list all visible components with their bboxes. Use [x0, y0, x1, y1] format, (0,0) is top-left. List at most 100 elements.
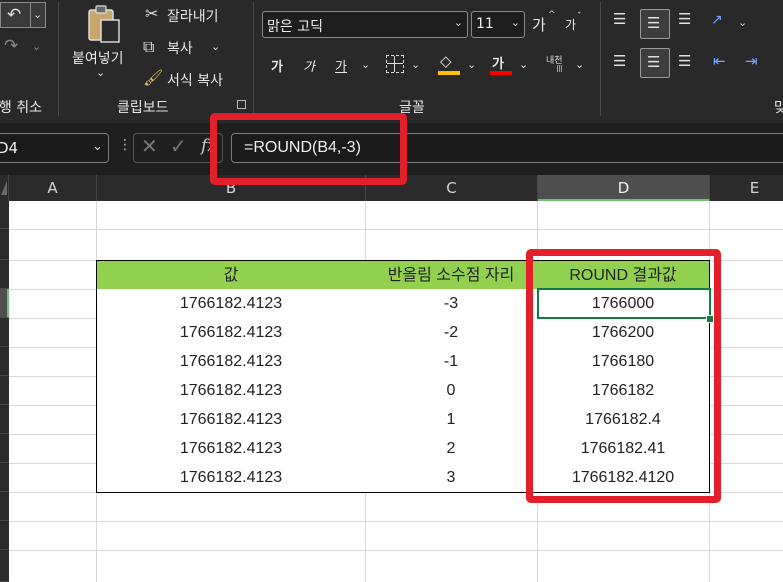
row-header[interactable] [0, 521, 9, 550]
format-painter-button[interactable]: 서식 복사 [167, 70, 223, 90]
cell-result[interactable]: 1766182.4120 [537, 463, 710, 493]
cancel-icon[interactable]: ✕ [141, 134, 158, 158]
align-left-icon[interactable]: ☰ [613, 52, 626, 70]
cell-result[interactable]: 1766182.41 [537, 434, 710, 464]
cell-value[interactable]: 1766182.4123 [96, 347, 366, 377]
cell-value[interactable]: 1766182.4123 [96, 318, 366, 348]
cell-value[interactable]: 1766182.4123 [96, 405, 366, 435]
dialog-launcher-icon[interactable] [237, 100, 246, 109]
paste-button[interactable]: 붙여넣기 ⌄ [70, 4, 132, 86]
enter-icon[interactable]: ✓ [170, 134, 187, 158]
cell-value[interactable]: 1766182.4123 [96, 289, 366, 319]
gridline [9, 521, 783, 522]
table-header-value[interactable]: 값 [96, 260, 366, 290]
row-header[interactable] [0, 347, 9, 376]
cell-digits[interactable]: 1 [365, 405, 538, 435]
cell-value[interactable]: 1766182.4123 [96, 463, 366, 493]
orientation-icon[interactable]: ↗ [711, 12, 723, 28]
cut-button[interactable]: 잘라내기 [167, 6, 219, 26]
format-painter-icon[interactable]: 🖌 [143, 68, 163, 87]
formula-row: D4 ⌄ ⋮ ✕ ✓ fx =ROUND(B4,-3) [0, 123, 783, 175]
row-header[interactable] [0, 229, 9, 260]
cell-value[interactable]: 1766182.4123 [96, 376, 366, 406]
underline-button[interactable]: 가 [335, 56, 347, 75]
cell-digits[interactable]: 0 [365, 376, 538, 406]
row-header[interactable] [0, 260, 9, 289]
row-header[interactable] [0, 550, 9, 582]
select-all-button[interactable] [0, 175, 9, 201]
row-header[interactable] [0, 318, 9, 347]
align-middle-button[interactable]: ☰ [640, 9, 670, 39]
phonetic-icon: Ⅲ [556, 64, 563, 75]
row-header[interactable] [0, 463, 9, 492]
chevron-down-icon[interactable]: ⌄ [467, 58, 476, 71]
row-header[interactable] [0, 405, 9, 434]
borders-icon[interactable] [386, 55, 404, 73]
row-header[interactable] [0, 289, 9, 318]
column-header-e[interactable]: E [710, 175, 783, 201]
chevron-down-icon: ⌄ [92, 139, 103, 154]
bold-button[interactable]: 가 [271, 56, 283, 75]
redo-icon[interactable]: ↷ [4, 36, 18, 56]
chevron-down-icon: ⌄ [453, 16, 463, 29]
chevron-down-icon[interactable]: ⌄ [211, 40, 220, 53]
cell-digits[interactable]: -3 [365, 289, 538, 319]
cell-digits[interactable]: -2 [365, 318, 538, 348]
more-options-icon[interactable]: ⋮ [118, 137, 132, 153]
chevron-down-icon[interactable]: ⌄ [519, 58, 528, 71]
italic-button[interactable]: 가 [303, 56, 315, 75]
align-bottom-icon[interactable]: ☰ [678, 10, 691, 28]
active-cell[interactable] [537, 288, 711, 319]
cell-digits[interactable]: -1 [365, 347, 538, 377]
undo-dropdown[interactable]: ⌄ [30, 2, 46, 28]
copy-button[interactable]: 복사 [167, 38, 193, 58]
increase-indent-icon[interactable]: ⇥ [745, 52, 758, 70]
column-header-c[interactable]: C [366, 175, 538, 201]
column-header-b[interactable]: B [97, 175, 366, 201]
font-name-select[interactable]: 맑은 고딕 ⌄ [262, 11, 468, 38]
row-header[interactable] [0, 201, 9, 229]
fill-handle[interactable] [706, 315, 714, 323]
column-header-d[interactable]: D [538, 175, 710, 201]
shrink-font-button[interactable]: 가 [565, 16, 576, 33]
cell-result[interactable]: 1766182.4 [537, 405, 710, 435]
paste-icon [88, 5, 120, 43]
font-name-value: 맑은 고딕 [267, 19, 323, 35]
grow-font-button[interactable]: 가 [532, 14, 546, 35]
chevron-down-icon[interactable]: ⌄ [32, 40, 41, 53]
font-size-select[interactable]: 11 ⌄ [471, 11, 525, 38]
cell-digits[interactable]: 3 [365, 463, 538, 493]
align-center-button[interactable]: ☰ [640, 48, 670, 78]
cell-digits[interactable]: 2 [365, 434, 538, 464]
cell-result[interactable]: 1766200 [537, 318, 710, 348]
table-header-result[interactable]: ROUND 결과값 [537, 260, 710, 290]
chevron-down-icon[interactable]: ⌄ [411, 58, 420, 71]
chevron-down-icon[interactable]: ⌄ [738, 16, 747, 29]
formula-input[interactable]: =ROUND(B4,-3) [231, 133, 783, 163]
undo-button[interactable]: ↶ [0, 2, 32, 28]
row-header[interactable] [0, 492, 9, 521]
worksheet-grid[interactable]: A B C D E 값 반올림 소수점 자리 ROUND 결과값 1766182… [0, 175, 783, 582]
name-box[interactable]: D4 ⌄ [0, 133, 109, 163]
group-separator [600, 2, 601, 116]
clipboard-group-label: 클립보드 [117, 100, 169, 116]
font-color-button[interactable]: 가 [492, 53, 504, 72]
cell-result[interactable]: 1766180 [537, 347, 710, 377]
insert-function-button[interactable]: fx [201, 136, 217, 156]
chevron-down-icon[interactable]: ⌄ [575, 58, 584, 71]
chevron-down-icon[interactable]: ⌄ [361, 58, 370, 71]
scissors-icon[interactable]: ✂ [145, 4, 158, 23]
align-right-icon[interactable]: ☰ [678, 52, 691, 70]
table-header-digits[interactable]: 반올림 소수점 자리 [365, 260, 538, 290]
row-header[interactable] [0, 434, 9, 463]
fill-color-icon[interactable]: ◇ [440, 52, 452, 70]
row-header[interactable] [0, 376, 9, 405]
cell-result[interactable]: 1766182 [537, 376, 710, 406]
paste-label: 붙여넣기 [72, 51, 124, 67]
align-top-icon[interactable]: ☰ [613, 10, 626, 28]
cell-value[interactable]: 1766182.4123 [96, 434, 366, 464]
copy-icon[interactable]: ⧉ [143, 37, 154, 57]
shrink-font-arrow-icon: ˇ [577, 12, 582, 22]
column-header-a[interactable]: A [9, 175, 97, 201]
decrease-indent-icon[interactable]: ⇤ [713, 52, 726, 70]
